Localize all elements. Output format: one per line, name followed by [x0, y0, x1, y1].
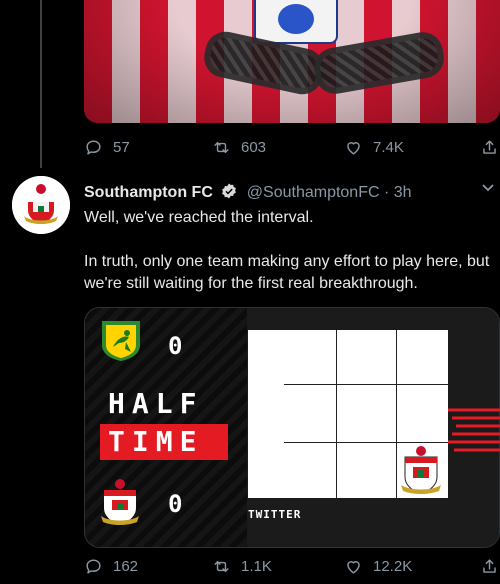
like-button[interactable]: 7.4K — [344, 138, 404, 157]
share-button[interactable] — [480, 138, 499, 157]
avatar[interactable] — [12, 176, 70, 234]
board-line — [396, 330, 397, 498]
shirt-sponsor-logo — [254, 0, 338, 44]
decorative-stripes — [448, 408, 500, 452]
retweet-icon — [214, 561, 229, 572]
like-count: 12.2K — [373, 558, 413, 575]
retweet-icon — [214, 142, 229, 153]
chevron-down-icon[interactable] — [480, 180, 496, 196]
thread-connector-line — [40, 0, 42, 168]
retweet-button[interactable]: 603 — [212, 138, 266, 157]
verified-badge-icon — [222, 183, 237, 199]
board-sponsor-text: TWITTER — [248, 508, 302, 521]
tweet-media-image[interactable] — [84, 0, 500, 123]
reply-button[interactable]: 57 — [84, 138, 130, 157]
reply-icon — [86, 140, 101, 155]
share-icon — [483, 140, 496, 154]
tweet-header: Southampton FC @SouthamptonFC · 3h — [84, 182, 412, 202]
southampton-crest-icon — [12, 176, 70, 234]
retweet-count: 1.1K — [241, 558, 272, 575]
tweet-action-bar: 162 1.1K 12.2K — [84, 557, 500, 581]
tweet-paragraph: Well, we've reached the interval. — [84, 209, 314, 226]
board-line — [336, 330, 337, 498]
heart-icon — [347, 561, 360, 574]
retweet-button[interactable]: 1.1K — [212, 557, 272, 576]
separator-dot: · — [383, 184, 390, 201]
norwich-crest-icon — [102, 321, 140, 361]
board-line — [284, 384, 448, 385]
southampton-crest-icon — [401, 446, 441, 494]
status-line-1: HALF — [108, 387, 204, 420]
author-name[interactable]: Southampton FC — [84, 184, 213, 201]
like-count: 7.4K — [373, 139, 404, 156]
like-button[interactable]: 12.2K — [344, 557, 412, 576]
status-line-2: TIME — [100, 424, 228, 460]
half-time-label: HALF TIME — [100, 388, 228, 460]
tweet-timestamp[interactable]: 3h — [394, 184, 412, 201]
board-line — [284, 442, 448, 443]
reply-icon — [86, 559, 101, 574]
reply-button[interactable]: 162 — [84, 557, 138, 576]
share-icon — [483, 559, 496, 573]
prev-tweet-action-bar: 57 603 7.4K — [84, 138, 500, 162]
away-score: 0 — [168, 490, 183, 518]
southampton-crest-icon — [101, 479, 139, 525]
retweet-count: 603 — [241, 139, 267, 156]
author-handle[interactable]: @SouthamptonFC — [247, 184, 380, 201]
heart-icon — [347, 142, 360, 155]
reply-count: 57 — [113, 139, 130, 156]
share-button[interactable] — [480, 557, 499, 576]
tweet-paragraph: In truth, only one team making any effor… — [84, 253, 490, 292]
tweet-text: Well, we've reached the interval. In tru… — [84, 207, 500, 295]
home-score: 0 — [168, 332, 183, 360]
reply-count: 162 — [113, 558, 139, 575]
